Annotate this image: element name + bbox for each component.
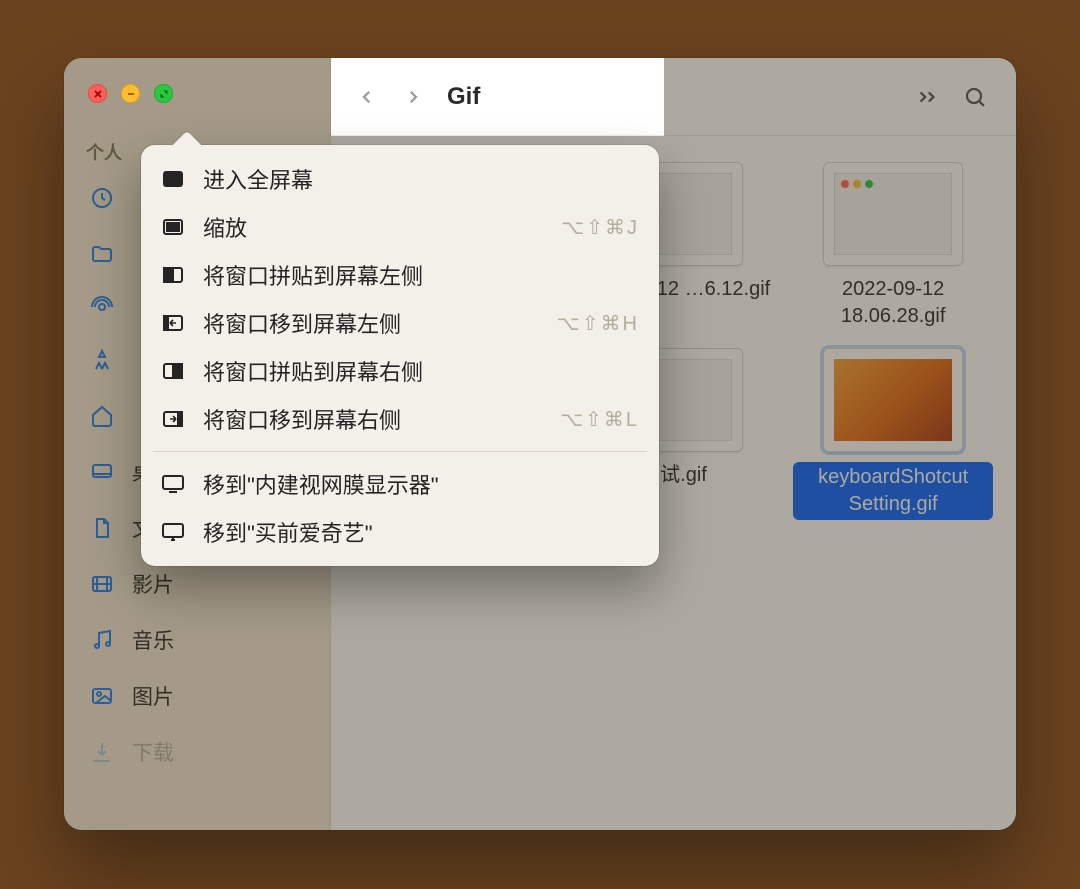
- file-name: keyboardShotcut Setting.gif: [793, 462, 993, 520]
- movies-icon: [88, 572, 116, 596]
- maximize-button[interactable]: [154, 84, 173, 103]
- airdrop-icon: [88, 295, 116, 319]
- nav-back-button[interactable]: [349, 79, 385, 115]
- menu-item-label: 将窗口移到屏幕右侧: [203, 403, 542, 435]
- zoom-icon: [161, 219, 185, 235]
- document-icon: [88, 516, 116, 540]
- desktop-icon: [88, 460, 116, 484]
- fullscreen-icon: [161, 171, 185, 187]
- menu-item-move-display-external[interactable]: 移到"买前爱奇艺": [141, 508, 659, 556]
- display-icon: [161, 475, 185, 493]
- apps-icon: [88, 348, 116, 372]
- file-name: 2022-09-12 18.06.28.gif: [793, 276, 993, 330]
- window-menu: 进入全屏幕 缩放 ⌥⇧⌘J 将窗口拼贴到屏幕左侧 将窗口移到屏幕左侧 ⌥⇧⌘H …: [141, 145, 659, 566]
- file-thumbnail: [823, 162, 963, 266]
- clock-icon: [88, 186, 116, 210]
- sidebar-item-pictures[interactable]: 图片: [78, 669, 320, 723]
- menu-item-label: 将窗口拼贴到屏幕左侧: [203, 259, 621, 291]
- tile-left-icon: [161, 267, 185, 283]
- home-icon: [88, 404, 116, 428]
- menu-item-label: 移到"内建视网膜显示器": [203, 468, 639, 500]
- toolbar-overflow-button[interactable]: [908, 78, 946, 116]
- file-thumbnail: [823, 348, 963, 452]
- move-right-icon: [161, 411, 185, 427]
- file-item[interactable]: 2022-09-12 18.06.28.gif: [788, 162, 998, 330]
- menu-item-tile-right[interactable]: 将窗口拼贴到屏幕右侧: [141, 347, 659, 395]
- menu-item-shortcut: ⌥⇧⌘L: [560, 407, 639, 432]
- menu-item-label: 缩放: [203, 211, 543, 243]
- traffic-lights-overlay: [88, 84, 173, 103]
- menu-item-move-left[interactable]: 将窗口移到屏幕左侧 ⌥⇧⌘H: [141, 299, 659, 347]
- move-left-icon: [161, 315, 185, 331]
- sidebar-item-downloads[interactable]: 下载: [78, 725, 320, 779]
- display-icon: [161, 523, 185, 541]
- search-button[interactable]: [956, 78, 994, 116]
- sidebar-item-music[interactable]: 音乐: [78, 613, 320, 667]
- menu-item-shortcut: ⌥⇧⌘J: [561, 215, 639, 240]
- sidebar-item-label: 图片: [132, 681, 174, 711]
- menu-item-shortcut: ⌥⇧⌘H: [557, 311, 639, 336]
- menu-item-label: 将窗口拼贴到屏幕右侧: [203, 355, 621, 387]
- menu-item-label: 将窗口移到屏幕左侧: [203, 307, 539, 339]
- menu-separator: [153, 451, 647, 452]
- close-button[interactable]: [88, 84, 107, 103]
- sidebar-item-label: 音乐: [132, 625, 174, 655]
- folder-icon: [88, 242, 116, 266]
- window-title: Gif: [447, 83, 480, 111]
- menu-item-label: 移到"买前爱奇艺": [203, 516, 639, 548]
- sidebar-item-label: 下载: [132, 737, 174, 767]
- pictures-icon: [88, 684, 116, 708]
- menu-item-move-right[interactable]: 将窗口移到屏幕右侧 ⌥⇧⌘L: [141, 395, 659, 443]
- minimize-button[interactable]: [121, 84, 140, 103]
- menu-item-zoom[interactable]: 缩放 ⌥⇧⌘J: [141, 203, 659, 251]
- sidebar-item-label: 影片: [132, 569, 174, 599]
- menu-item-fullscreen[interactable]: 进入全屏幕: [141, 155, 659, 203]
- downloads-icon: [88, 740, 116, 764]
- menu-item-label: 进入全屏幕: [203, 163, 621, 195]
- menu-item-tile-left[interactable]: 将窗口拼贴到屏幕左侧: [141, 251, 659, 299]
- file-item[interactable]: keyboardShotcut Setting.gif: [788, 348, 998, 520]
- nav-forward-button[interactable]: [395, 79, 431, 115]
- toolbar-overlay: Gif: [331, 58, 664, 136]
- tile-right-icon: [161, 363, 185, 379]
- music-icon: [88, 628, 116, 652]
- menu-item-move-display-builtin[interactable]: 移到"内建视网膜显示器": [141, 460, 659, 508]
